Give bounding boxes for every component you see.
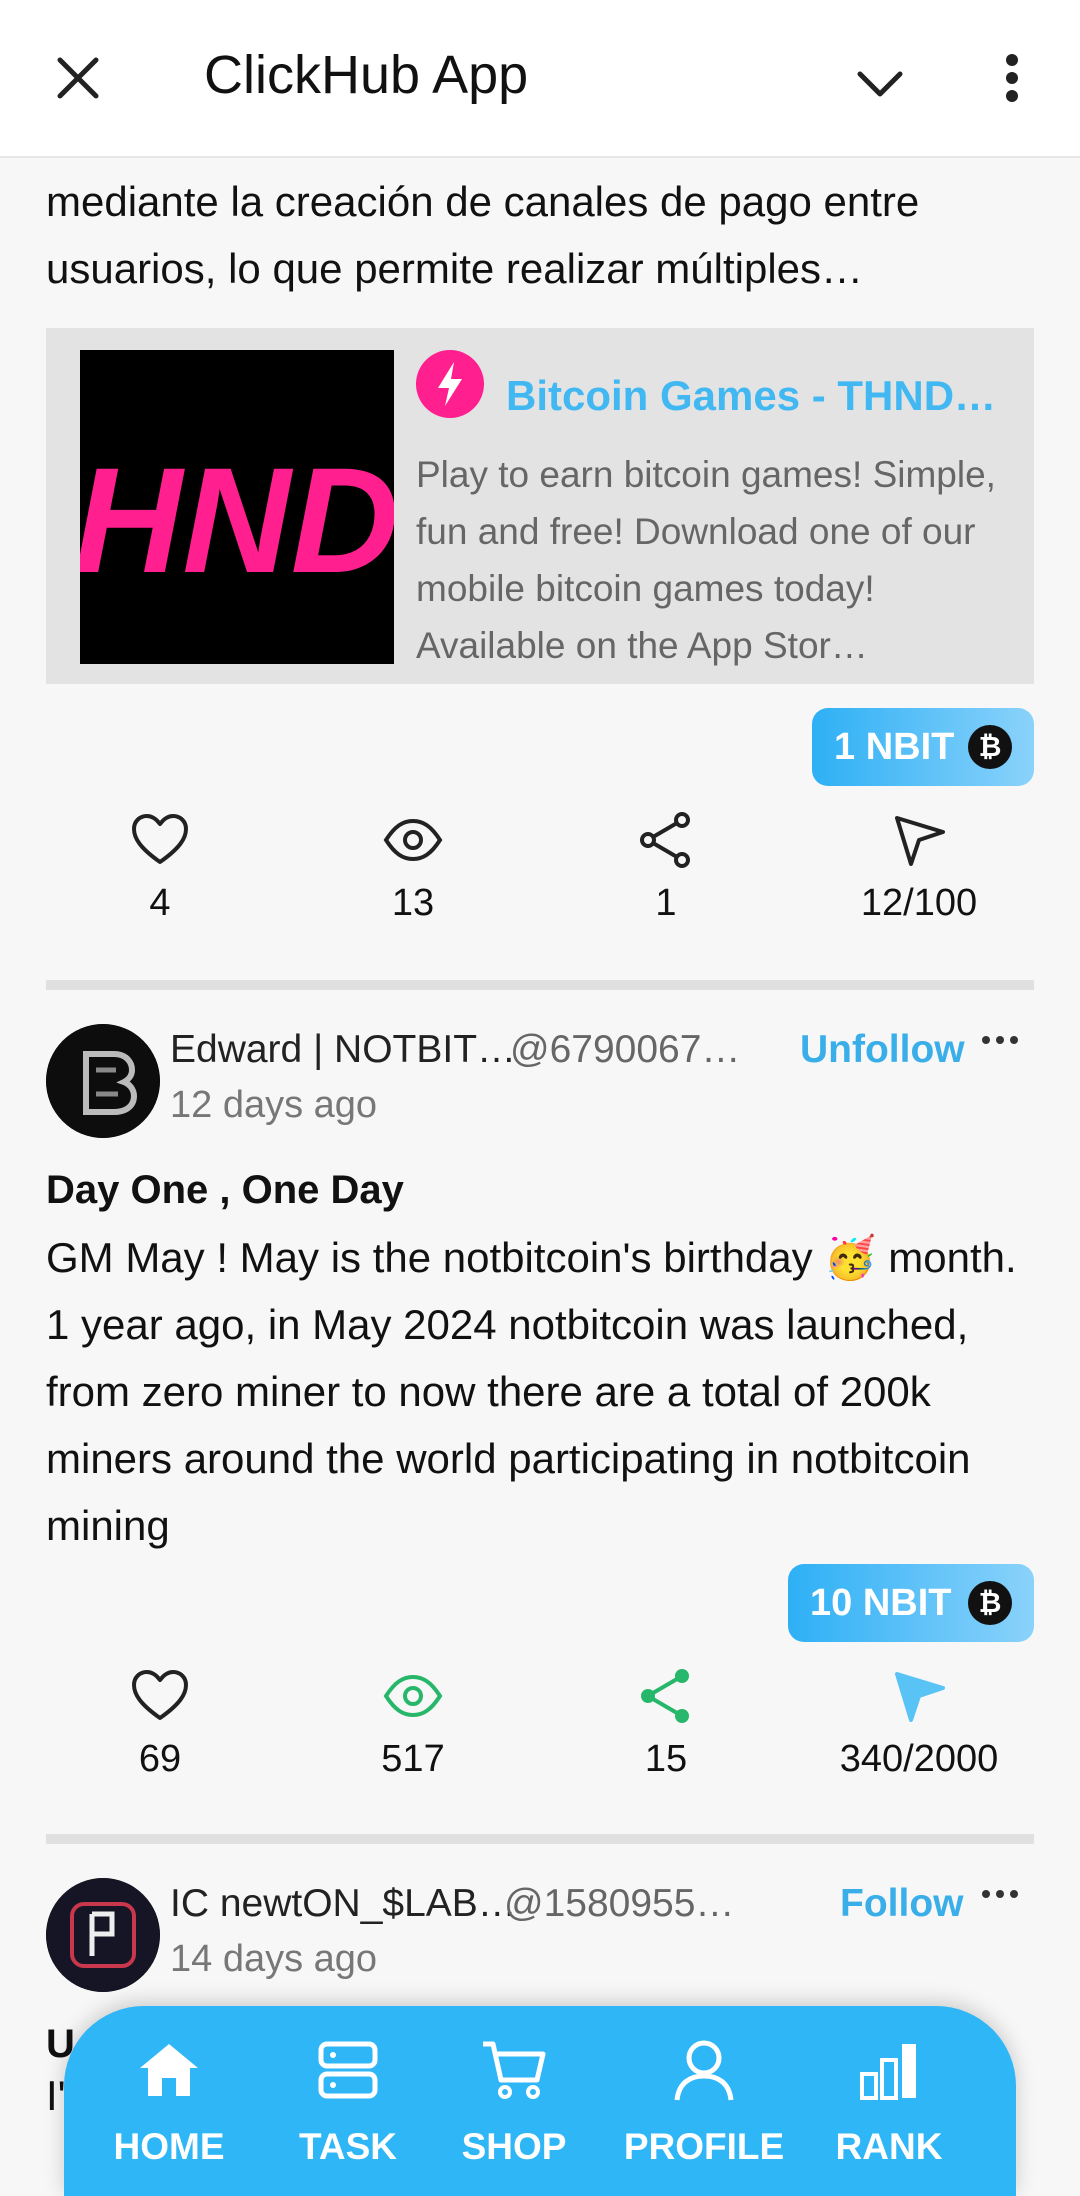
user-icon bbox=[674, 2040, 734, 2101]
post-snippet: mediante la creación de canales de pago … bbox=[46, 168, 1036, 302]
post-stats: 69 517 15 340/2000 bbox=[0, 1666, 1080, 1816]
like-count: 69 bbox=[138, 1738, 182, 1780]
reward-label: 1 NBIT bbox=[834, 725, 955, 768]
heart-icon[interactable] bbox=[130, 1666, 190, 1726]
send-icon[interactable] bbox=[889, 810, 949, 870]
nav-home[interactable]: HOME bbox=[84, 2030, 254, 2180]
eye-icon bbox=[383, 818, 443, 862]
send-count: 340/2000 bbox=[839, 1738, 999, 1780]
share-stat[interactable]: 1 bbox=[566, 810, 766, 960]
avatar-image bbox=[46, 1878, 160, 1992]
post-title: Day One , One Day bbox=[46, 1168, 404, 1212]
send-count: 12/100 bbox=[860, 882, 978, 924]
chevron-down-icon[interactable] bbox=[848, 52, 912, 116]
post-divider bbox=[46, 980, 1034, 990]
close-icon[interactable] bbox=[46, 46, 110, 110]
like-stat[interactable]: 4 bbox=[60, 810, 260, 960]
more-horizontal-icon[interactable] bbox=[980, 1886, 1020, 1906]
nav-rank[interactable]: RANK bbox=[804, 2030, 974, 2180]
nav-shop-label: SHOP bbox=[461, 2126, 567, 2167]
more-horizontal-icon[interactable] bbox=[980, 1032, 1020, 1052]
more-vertical-icon[interactable] bbox=[990, 46, 1034, 110]
author-name[interactable]: Edward | NOTBIT… bbox=[170, 1028, 516, 1072]
post-divider bbox=[46, 1834, 1034, 1844]
svg-text:₿: ₿ bbox=[979, 731, 1002, 762]
view-count: 13 bbox=[391, 882, 435, 924]
snippet-line: usuarios, lo que permite realizar múltip… bbox=[46, 245, 864, 292]
server-icon bbox=[318, 2041, 378, 2099]
nav-profile-label: PROFILE bbox=[623, 2126, 785, 2167]
nav-home-label: HOME bbox=[113, 2126, 225, 2167]
nav-shop[interactable]: SHOP bbox=[429, 2030, 599, 2180]
snippet-line: mediante la creación de canales de pago … bbox=[46, 178, 920, 225]
nav-task[interactable]: TASK bbox=[263, 2030, 433, 2180]
send-stat[interactable]: 340/2000 bbox=[819, 1666, 1019, 1816]
author-handle[interactable]: @1580955… bbox=[504, 1882, 734, 1926]
post-stats: 4 13 1 12/100 bbox=[0, 810, 1080, 960]
post-body: GM May ! May is the notbitcoin's birthda… bbox=[46, 1234, 1017, 1549]
thndr-logo-image: HNDI bbox=[80, 350, 394, 664]
like-stat[interactable]: 69 bbox=[60, 1666, 260, 1816]
link-title[interactable]: Bitcoin Games - THND… bbox=[506, 372, 1016, 420]
avatar[interactable] bbox=[46, 1024, 160, 1138]
share-icon[interactable] bbox=[636, 810, 696, 870]
send-icon[interactable] bbox=[889, 1666, 949, 1726]
nav-profile[interactable]: PROFILE bbox=[619, 2030, 789, 2180]
svg-text:₿: ₿ bbox=[979, 1587, 1002, 1618]
reward-label: 10 NBIT bbox=[810, 1581, 952, 1624]
avatar[interactable] bbox=[46, 1878, 160, 1992]
follow-button[interactable]: Follow bbox=[840, 1882, 963, 1926]
home-icon bbox=[140, 2044, 198, 2096]
share-stat[interactable]: 15 bbox=[566, 1666, 766, 1816]
reward-badge[interactable]: 10 NBIT ₿ bbox=[788, 1564, 1034, 1642]
eye-icon bbox=[383, 1674, 443, 1718]
post-time: 14 days ago bbox=[170, 1938, 378, 1980]
unfollow-button[interactable]: Unfollow bbox=[800, 1028, 965, 1072]
like-count: 4 bbox=[149, 882, 171, 924]
nbit-coin-icon: ₿ bbox=[968, 725, 1012, 769]
link-preview-card[interactable]: HNDI Bitcoin Games - THND… Play to earn … bbox=[46, 328, 1034, 684]
heart-icon[interactable] bbox=[130, 810, 190, 870]
svg-text:HNDI: HNDI bbox=[80, 436, 394, 604]
author-name[interactable]: IC newtON_$LAB… bbox=[170, 1882, 517, 1926]
share-count: 1 bbox=[655, 882, 677, 924]
share-icon[interactable] bbox=[636, 1666, 696, 1726]
avatar-image bbox=[46, 1024, 160, 1138]
bolt-icon bbox=[416, 350, 484, 418]
link-thumbnail: HNDI bbox=[80, 350, 394, 664]
send-stat[interactable]: 12/100 bbox=[819, 810, 1019, 960]
share-count: 15 bbox=[644, 1738, 688, 1780]
app-title: ClickHub App bbox=[204, 45, 529, 105]
bottom-nav: HOME TASK SHOP PROFILE RANK bbox=[64, 2006, 1016, 2196]
view-count: 517 bbox=[381, 1738, 445, 1780]
nbit-coin-icon: ₿ bbox=[968, 1581, 1012, 1625]
reward-badge[interactable]: 1 NBIT ₿ bbox=[812, 708, 1034, 786]
app-header: ClickHub App bbox=[0, 0, 1080, 158]
link-description: Play to earn bitcoin games! Simple, fun … bbox=[416, 454, 996, 666]
feed[interactable]: mediante la creación de canales de pago … bbox=[0, 158, 1080, 2174]
cart-icon bbox=[483, 2041, 546, 2099]
post-time: 12 days ago bbox=[170, 1084, 378, 1126]
rank-chart-icon bbox=[860, 2044, 916, 2100]
nav-rank-label: RANK bbox=[835, 2126, 943, 2167]
author-handle[interactable]: @6790067… bbox=[510, 1028, 740, 1072]
nav-task-label: TASK bbox=[299, 2126, 397, 2167]
view-stat: 517 bbox=[313, 1666, 513, 1816]
view-stat: 13 bbox=[313, 810, 513, 960]
